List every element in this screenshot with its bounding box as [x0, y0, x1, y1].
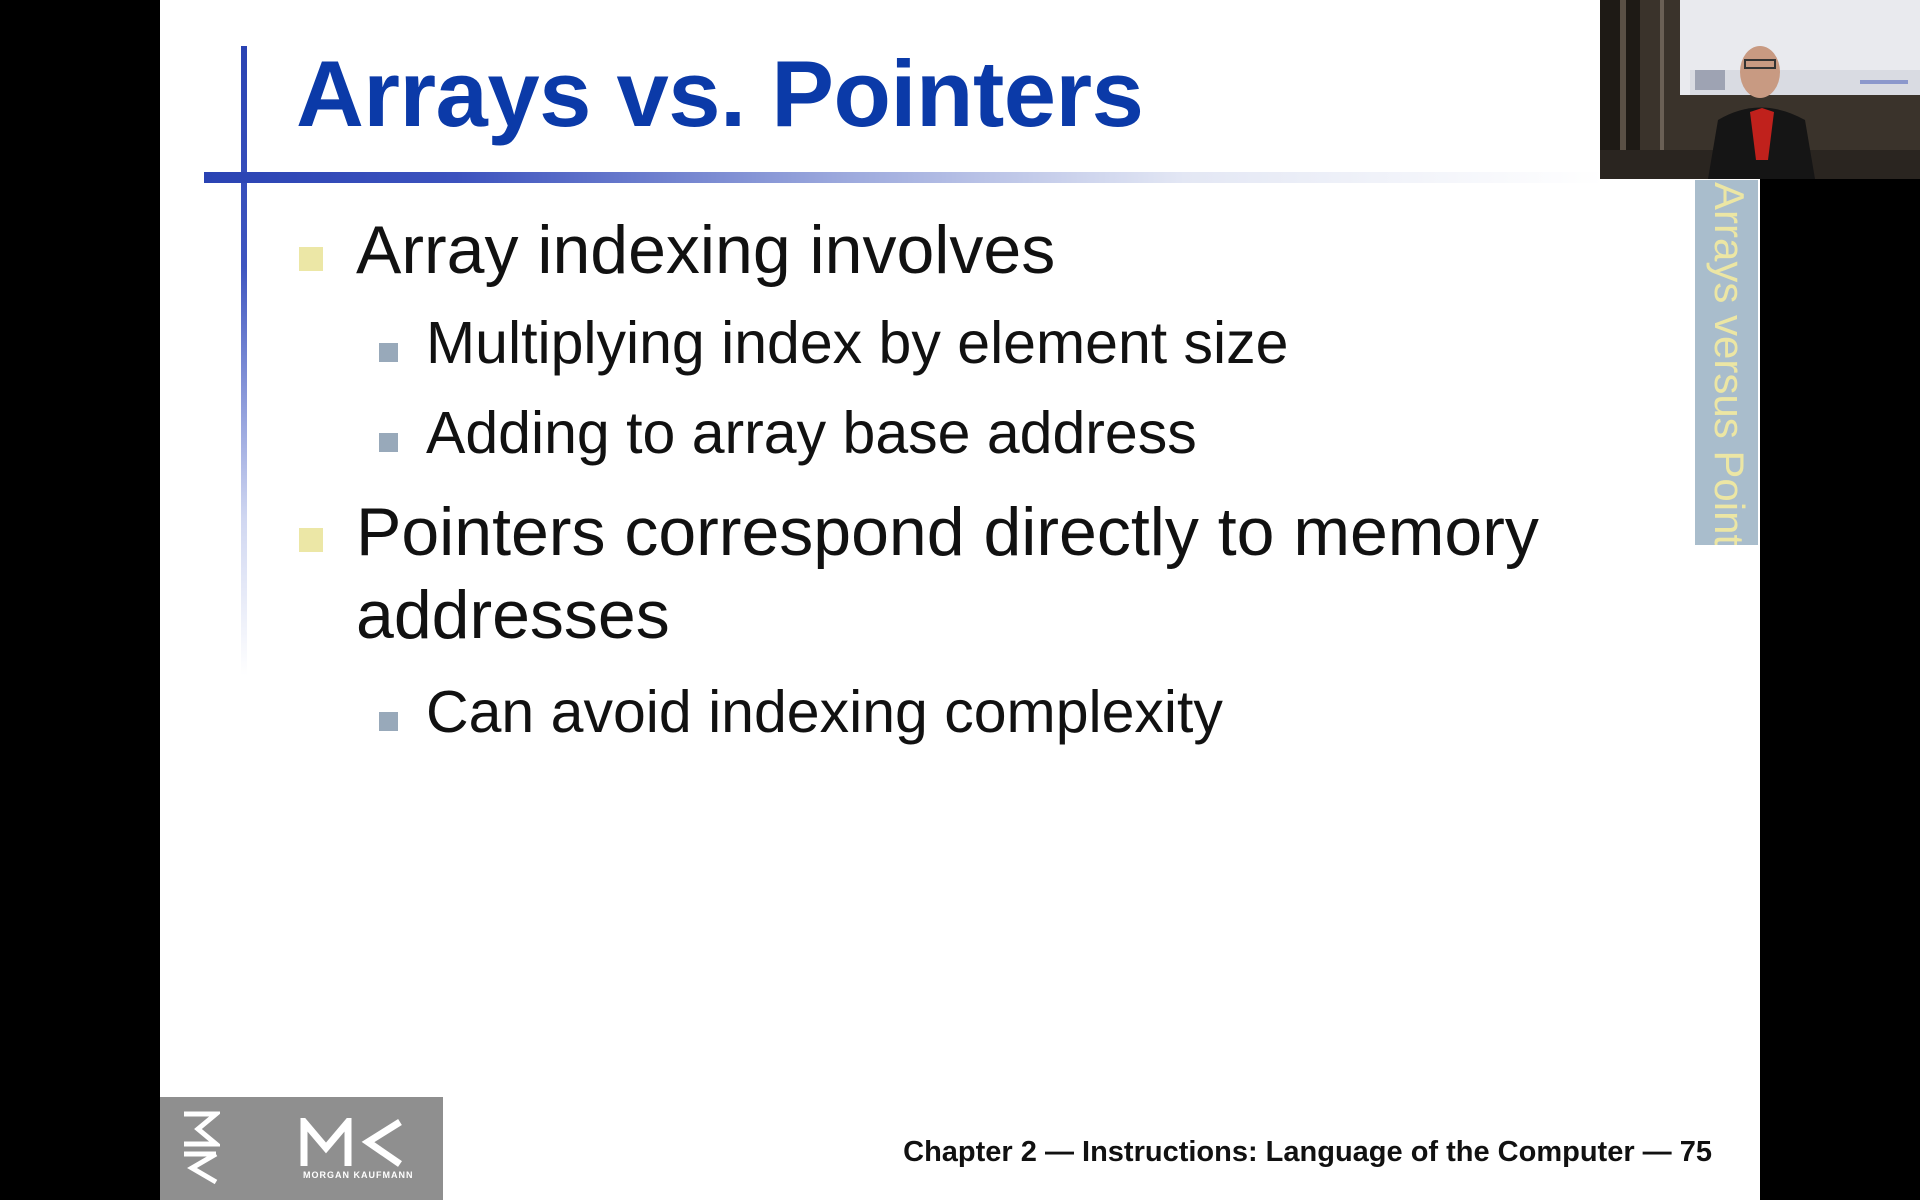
sub-bullet-text: Adding to array base address	[426, 400, 1197, 466]
presenter-webcam-video[interactable]	[1600, 0, 1920, 179]
side-section-tab: Arrays versus Pointers	[1695, 180, 1758, 545]
title-vertical-rule	[241, 46, 247, 676]
sub-bullet-marker	[379, 712, 398, 731]
publisher-logo-mark	[300, 1118, 402, 1167]
bullet-text-continued: addresses	[356, 577, 670, 653]
bullet-marker	[299, 528, 323, 552]
title-underline-rule	[204, 172, 1604, 183]
bullet-text: Array indexing involves	[356, 212, 1056, 288]
sub-bullet-marker	[379, 433, 398, 452]
slide-title: Arrays vs. Pointers	[296, 41, 1144, 146]
presentation-slide: Arrays vs. Pointers Array indexing invol…	[160, 0, 1760, 1200]
sub-bullet-text: Multiplying index by element size	[426, 310, 1289, 376]
bullet-text: Pointers correspond directly to memory	[356, 494, 1539, 570]
screen: Arrays vs. Pointers Array indexing invol…	[0, 0, 1920, 1200]
sub-bullet-text: Can avoid indexing complexity	[426, 679, 1223, 745]
sub-bullet-marker	[379, 343, 398, 362]
publisher-logo-rotated-mark	[184, 1111, 220, 1185]
presenter-video-frame	[1600, 0, 1920, 179]
bullet-marker	[299, 247, 323, 271]
slide-footer: Chapter 2 — Instructions: Language of th…	[903, 1136, 1712, 1168]
publisher-logo-subtitle: MORGAN KAUFMANN	[303, 1170, 414, 1180]
side-section-tab-label: Arrays versus Pointers	[1706, 182, 1753, 545]
